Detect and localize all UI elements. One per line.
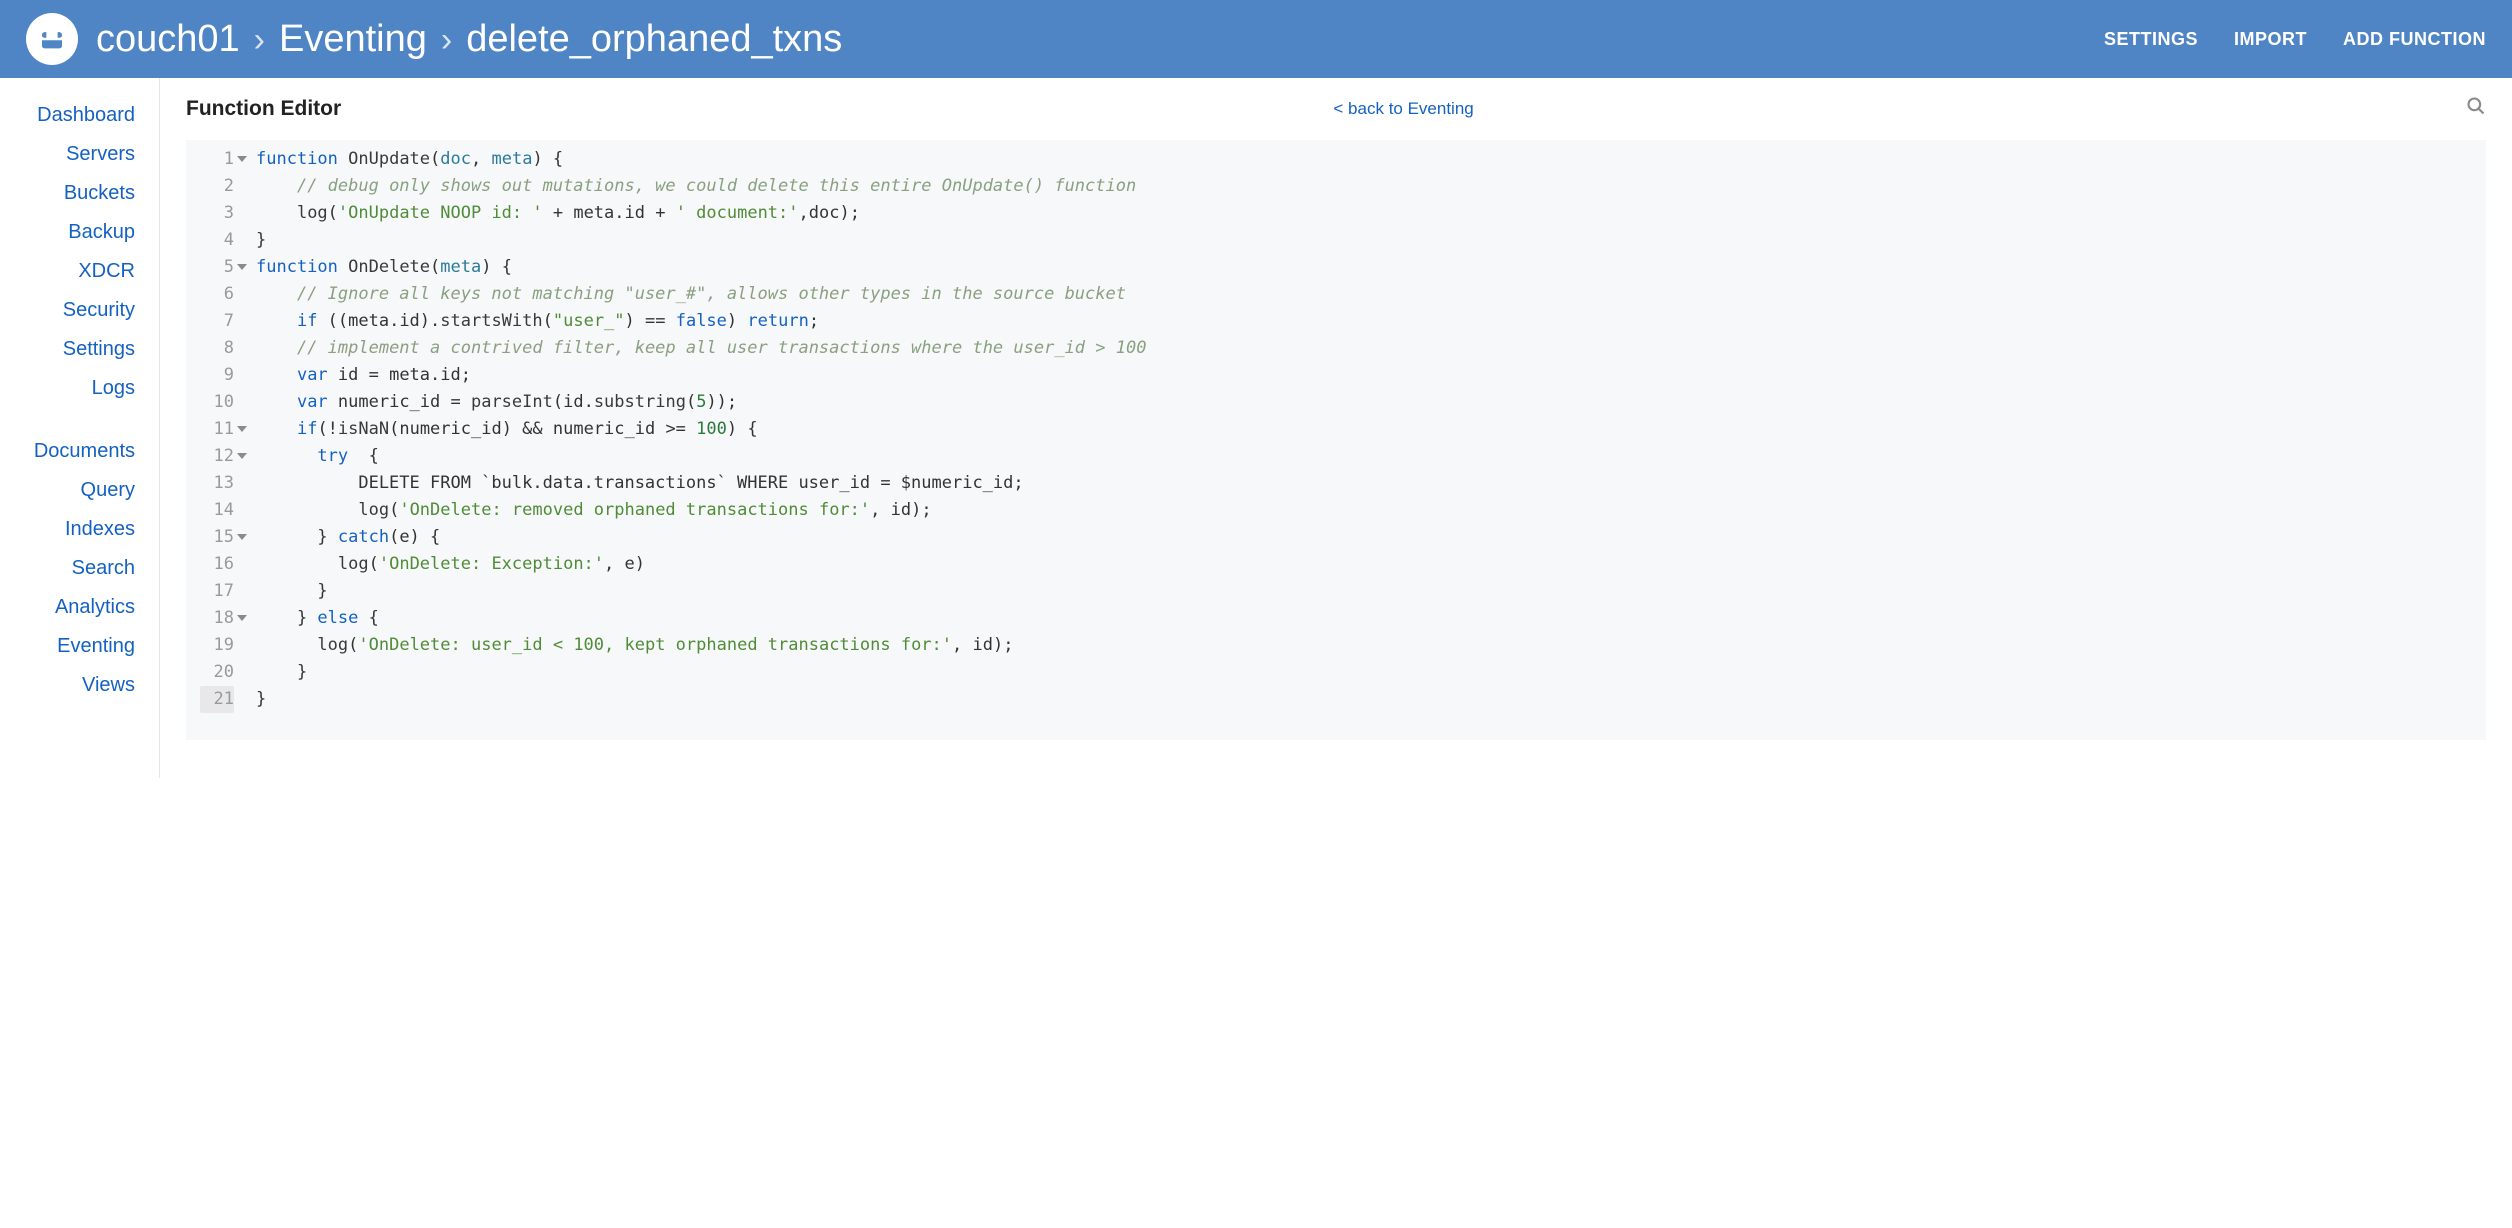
code-line[interactable]: var id = meta.id; [256, 362, 2486, 389]
code-line[interactable]: if(!isNaN(numeric_id) && numeric_id >= 1… [256, 416, 2486, 443]
main-content: Function Editor < back to Eventing 12345… [160, 78, 2512, 778]
breadcrumb-item[interactable]: Eventing [279, 18, 427, 61]
code-editor[interactable]: 123456789101112131415161718192021 functi… [186, 140, 2486, 740]
code-line[interactable]: function OnDelete(meta) { [256, 254, 2486, 281]
gutter-line[interactable]: 1 [200, 146, 248, 173]
chevron-right-icon: › [254, 21, 265, 60]
breadcrumb: couch01 › Eventing › delete_orphaned_txn… [96, 18, 2104, 61]
code-line[interactable]: } [256, 686, 2486, 713]
line-gutter: 123456789101112131415161718192021 [186, 146, 256, 734]
search-icon[interactable] [2466, 96, 2486, 122]
gutter-line[interactable]: 19 [200, 632, 248, 659]
sidebar-item-dashboard[interactable]: Dashboard [0, 96, 135, 135]
sidebar: DashboardServersBucketsBackupXDCRSecurit… [0, 78, 160, 778]
gutter-line[interactable]: 17 [200, 578, 248, 605]
code-line[interactable]: } [256, 659, 2486, 686]
sidebar-item-xdcr[interactable]: XDCR [0, 252, 135, 291]
gutter-line[interactable]: 9 [200, 362, 248, 389]
gutter-line[interactable]: 4 [200, 227, 248, 254]
gutter-line[interactable]: 3 [200, 200, 248, 227]
gutter-line[interactable]: 2 [200, 173, 248, 200]
sidebar-item-eventing[interactable]: Eventing [0, 627, 135, 666]
back-to-eventing-link[interactable]: < back to Eventing [341, 99, 2466, 119]
sidebar-item-servers[interactable]: Servers [0, 135, 135, 174]
code-line[interactable]: log('OnUpdate NOOP id: ' + meta.id + ' d… [256, 200, 2486, 227]
code-line[interactable]: log('OnDelete: Exception:', e) [256, 551, 2486, 578]
top-actions: SETTINGS IMPORT ADD FUNCTION [2104, 29, 2486, 50]
code-area[interactable]: function OnUpdate(doc, meta) { // debug … [256, 146, 2486, 734]
code-line[interactable]: try { [256, 443, 2486, 470]
logo-icon[interactable] [26, 13, 78, 65]
sidebar-item-analytics[interactable]: Analytics [0, 588, 135, 627]
gutter-line[interactable]: 7 [200, 308, 248, 335]
add-function-button[interactable]: ADD FUNCTION [2343, 29, 2486, 50]
code-line[interactable]: } catch(e) { [256, 524, 2486, 551]
gutter-line[interactable]: 11 [200, 416, 248, 443]
sidebar-item-settings[interactable]: Settings [0, 330, 135, 369]
code-line[interactable]: // Ignore all keys not matching "user_#"… [256, 281, 2486, 308]
gutter-line[interactable]: 16 [200, 551, 248, 578]
code-line[interactable]: log('OnDelete: user_id < 100, kept orpha… [256, 632, 2486, 659]
gutter-line[interactable]: 5 [200, 254, 248, 281]
code-line[interactable]: DELETE FROM `bulk.data.transactions` WHE… [256, 470, 2486, 497]
code-line[interactable]: // debug only shows out mutations, we co… [256, 173, 2486, 200]
code-line[interactable]: log('OnDelete: removed orphaned transact… [256, 497, 2486, 524]
gutter-line[interactable]: 6 [200, 281, 248, 308]
gutter-line[interactable]: 13 [200, 470, 248, 497]
code-line[interactable]: // implement a contrived filter, keep al… [256, 335, 2486, 362]
breadcrumb-item[interactable]: delete_orphaned_txns [466, 18, 842, 61]
code-line[interactable]: } [256, 227, 2486, 254]
sidebar-item-query[interactable]: Query [0, 471, 135, 510]
gutter-line[interactable]: 14 [200, 497, 248, 524]
topbar: couch01 › Eventing › delete_orphaned_txn… [0, 0, 2512, 78]
sidebar-item-backup[interactable]: Backup [0, 213, 135, 252]
sidebar-item-logs[interactable]: Logs [0, 369, 135, 408]
gutter-line[interactable]: 12 [200, 443, 248, 470]
sidebar-item-indexes[interactable]: Indexes [0, 510, 135, 549]
gutter-line[interactable]: 10 [200, 389, 248, 416]
code-line[interactable]: } [256, 578, 2486, 605]
breadcrumb-item[interactable]: couch01 [96, 18, 240, 61]
code-line[interactable]: function OnUpdate(doc, meta) { [256, 146, 2486, 173]
gutter-line[interactable]: 8 [200, 335, 248, 362]
code-line[interactable]: if ((meta.id).startsWith("user_") == fal… [256, 308, 2486, 335]
settings-button[interactable]: SETTINGS [2104, 29, 2198, 50]
import-button[interactable]: IMPORT [2234, 29, 2307, 50]
gutter-line[interactable]: 20 [200, 659, 248, 686]
gutter-line[interactable]: 21 [200, 686, 248, 713]
chevron-right-icon: › [441, 21, 452, 60]
page-title: Function Editor [186, 97, 341, 121]
sidebar-item-buckets[interactable]: Buckets [0, 174, 135, 213]
code-line[interactable]: var numeric_id = parseInt(id.substring(5… [256, 389, 2486, 416]
code-line[interactable]: } else { [256, 605, 2486, 632]
sidebar-item-security[interactable]: Security [0, 291, 135, 330]
sidebar-item-search[interactable]: Search [0, 549, 135, 588]
gutter-line[interactable]: 15 [200, 524, 248, 551]
sidebar-item-documents[interactable]: Documents [0, 432, 135, 471]
gutter-line[interactable]: 18 [200, 605, 248, 632]
sidebar-item-views[interactable]: Views [0, 666, 135, 705]
